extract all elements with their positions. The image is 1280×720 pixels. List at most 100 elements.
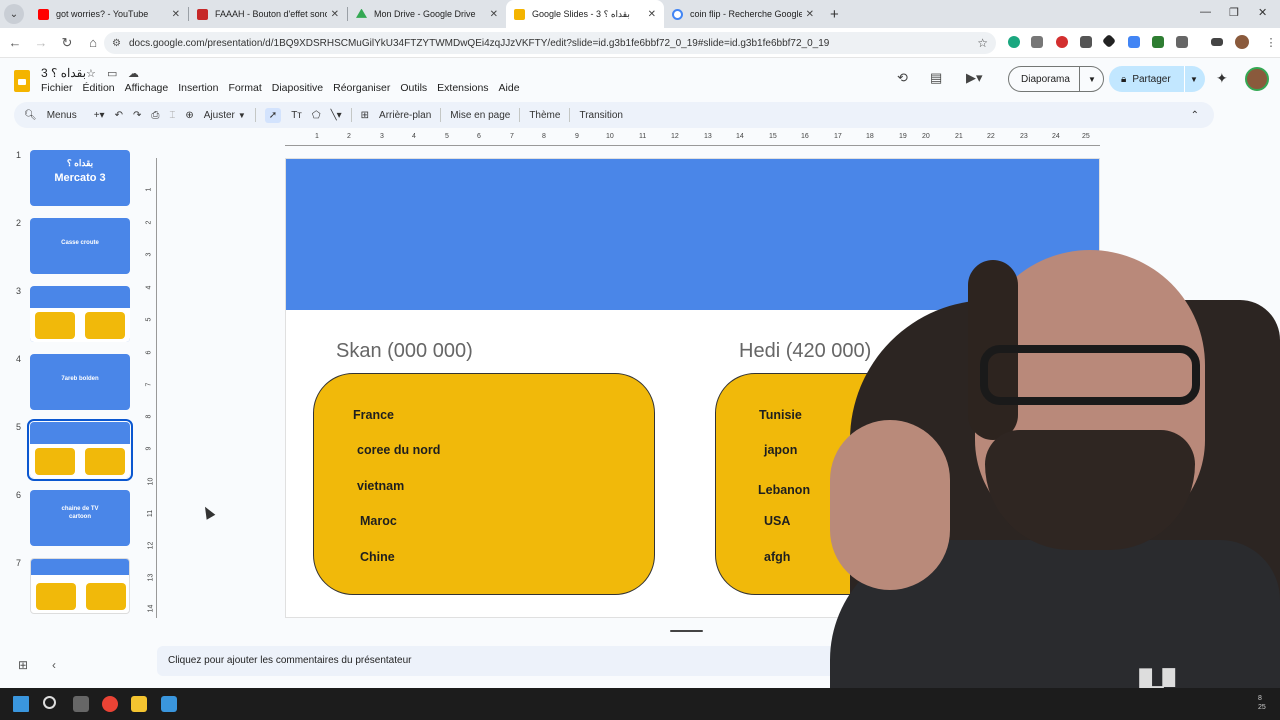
new-tab-button[interactable]: + <box>830 6 839 23</box>
menu-insertion[interactable]: Insertion <box>178 82 218 94</box>
camera-extension-icon[interactable] <box>1031 36 1043 48</box>
close-icon[interactable]: ✕ <box>331 9 339 20</box>
share-button[interactable]: 🔒︎ Partager ▼ <box>1109 66 1205 92</box>
new-slide-icon[interactable]: +▾ <box>94 110 105 121</box>
zoom-icon[interactable]: ⊕ <box>185 110 193 121</box>
extension-icon[interactable] <box>1101 33 1117 49</box>
avatar[interactable] <box>1245 67 1269 91</box>
menu-edition[interactable]: Édition <box>83 82 115 94</box>
slide-thumbnail-5[interactable] <box>27 419 133 481</box>
menu-reorganiser[interactable]: Réorganiser <box>333 82 390 94</box>
chrome-icon[interactable] <box>102 696 118 712</box>
back-icon[interactable]: ← <box>2 35 28 50</box>
close-icon[interactable]: ✕ <box>172 9 180 20</box>
slide-thumbnail-4[interactable]: 7areb bolden <box>30 354 130 410</box>
line-icon[interactable]: ╲▾ <box>331 110 342 121</box>
slides-logo-icon[interactable] <box>14 70 30 92</box>
layout-button[interactable]: Mise en page <box>450 110 510 121</box>
move-folder-icon[interactable]: ▭ <box>107 67 127 80</box>
slides-icon <box>514 8 525 20</box>
tab-youtube[interactable]: got worries? - YouTube ✕ <box>30 0 188 28</box>
undo-icon[interactable]: ↶ <box>115 110 123 121</box>
slide-number: 2 <box>16 218 22 228</box>
extension-icon[interactable] <box>1128 36 1140 48</box>
tab-drive[interactable]: Mon Drive - Google Drive ✕ <box>348 0 506 28</box>
slide-thumbnail-1[interactable]: بقداه ؟ Mercato 3 <box>30 150 130 206</box>
chevron-down-icon[interactable]: ▼ <box>1088 75 1096 84</box>
tab-slides[interactable]: Google Slides - بقداه ؟ 3 ✕ <box>506 0 664 28</box>
select-tool-icon[interactable]: ➚ <box>264 107 282 123</box>
shape-icon[interactable]: ⬠ <box>312 110 321 121</box>
extension-icon[interactable] <box>1152 36 1164 48</box>
search-icon[interactable]: 🔍︎ <box>24 110 37 121</box>
slide-thumbnail-6[interactable]: chaine de TV cartoon <box>30 490 130 546</box>
file-explorer-icon[interactable] <box>131 696 147 712</box>
menu-outils[interactable]: Outils <box>400 82 427 94</box>
chevron-down-icon[interactable]: ▼ <box>238 111 246 120</box>
notes-resize-handle[interactable] <box>670 630 703 632</box>
text-box-icon[interactable]: Tт <box>291 110 302 121</box>
list-item: Maroc <box>360 514 397 528</box>
extension-icon[interactable] <box>1080 36 1092 48</box>
slideshow-button[interactable]: Diaporama ▼ <box>1008 66 1104 92</box>
clock[interactable]: 8 25 <box>1258 694 1266 712</box>
zoom-select[interactable]: Ajuster <box>204 110 235 121</box>
menu-fichier[interactable]: Fichier <box>41 82 73 94</box>
grid-view-icon[interactable]: ⊞ <box>18 658 28 672</box>
background-button[interactable]: Arrière-plan <box>379 110 431 121</box>
menu-aide[interactable]: Aide <box>499 82 520 94</box>
collapse-toolbar-icon[interactable]: ⌃ <box>1191 110 1199 121</box>
start-icon[interactable] <box>13 696 29 712</box>
left-column-title[interactable]: Skan (000 000) <box>336 340 473 363</box>
theme-button[interactable]: Thème <box>529 110 560 121</box>
forward-icon[interactable]: → <box>28 35 54 50</box>
menu-diapositive[interactable]: Diapositive <box>272 82 323 94</box>
vertical-ruler: 12 34 56 78 9 10 11 12 13 14 <box>145 158 157 618</box>
close-icon[interactable]: ✕ <box>806 9 814 20</box>
gemini-icon[interactable]: ✦ <box>1216 70 1228 87</box>
reload-icon[interactable]: ↻ <box>54 35 80 51</box>
bookmark-star-icon[interactable]: ☆ <box>977 36 988 50</box>
slide-thumbnail-3[interactable] <box>30 286 130 342</box>
chevron-down-icon[interactable]: ▼ <box>1190 75 1198 84</box>
close-icon[interactable]: ✕ <box>490 9 498 20</box>
slide-thumbnail-7[interactable] <box>30 558 130 614</box>
meet-icon[interactable]: ▶▾ <box>966 70 983 86</box>
print-icon[interactable]: ⎙ <box>151 110 159 121</box>
redo-icon[interactable]: ↷ <box>133 110 141 121</box>
profile-avatar[interactable] <box>1235 35 1249 49</box>
app-icon[interactable] <box>161 696 177 712</box>
menu-affichage[interactable]: Affichage <box>125 82 169 94</box>
slide-thumbnail-2[interactable]: Casse croute <box>30 218 130 274</box>
search-menus-button[interactable]: Menus <box>47 110 77 121</box>
puzzle-icon[interactable] <box>1176 36 1188 48</box>
home-icon[interactable]: ⌂ <box>80 35 106 50</box>
site-info-icon[interactable]: ⚙ <box>112 38 121 49</box>
url-field[interactable]: ⚙ docs.google.com/presentation/d/1BQ9XDS… <box>104 32 996 54</box>
minimize-icon[interactable]: — <box>1200 6 1211 18</box>
extension-icon[interactable] <box>1008 36 1020 48</box>
version-history-icon[interactable]: ⟲ <box>897 70 908 86</box>
collapse-filmstrip-icon[interactable]: ‹ <box>52 658 56 672</box>
restore-icon[interactable]: ❐ <box>1229 6 1239 19</box>
reading-list-icon[interactable] <box>1211 38 1223 46</box>
paint-format-icon[interactable]: ⌶ <box>169 110 175 121</box>
close-window-icon[interactable]: ✕ <box>1258 6 1267 19</box>
star-icon[interactable]: ☆ <box>86 67 106 80</box>
task-view-icon[interactable] <box>73 696 89 712</box>
document-title[interactable]: بقداه ؟ 3 <box>41 66 86 80</box>
kebab-menu-icon[interactable]: ⋮ <box>1258 36 1280 49</box>
tab-google-search[interactable]: coin flip - Recherche Google ✕ <box>664 0 822 28</box>
comments-icon[interactable]: ▤ <box>930 70 942 86</box>
list-item: vietnam <box>357 479 405 493</box>
search-icon[interactable] <box>43 696 56 709</box>
close-icon[interactable]: ✕ <box>648 9 656 20</box>
menu-extensions[interactable]: Extensions <box>437 82 488 94</box>
menu-format[interactable]: Format <box>229 82 262 94</box>
tab-search-button[interactable]: ⌄ <box>4 4 24 24</box>
transition-button[interactable]: Transition <box>579 110 623 121</box>
left-card[interactable]: France coree du nord vietnam Maroc Chine <box>313 373 655 595</box>
extension-icon[interactable] <box>1056 36 1068 48</box>
comment-icon[interactable]: ⊞ <box>361 110 369 121</box>
tab-faaah[interactable]: FAAAH - Bouton d'effet sonore ✕ <box>189 0 347 28</box>
